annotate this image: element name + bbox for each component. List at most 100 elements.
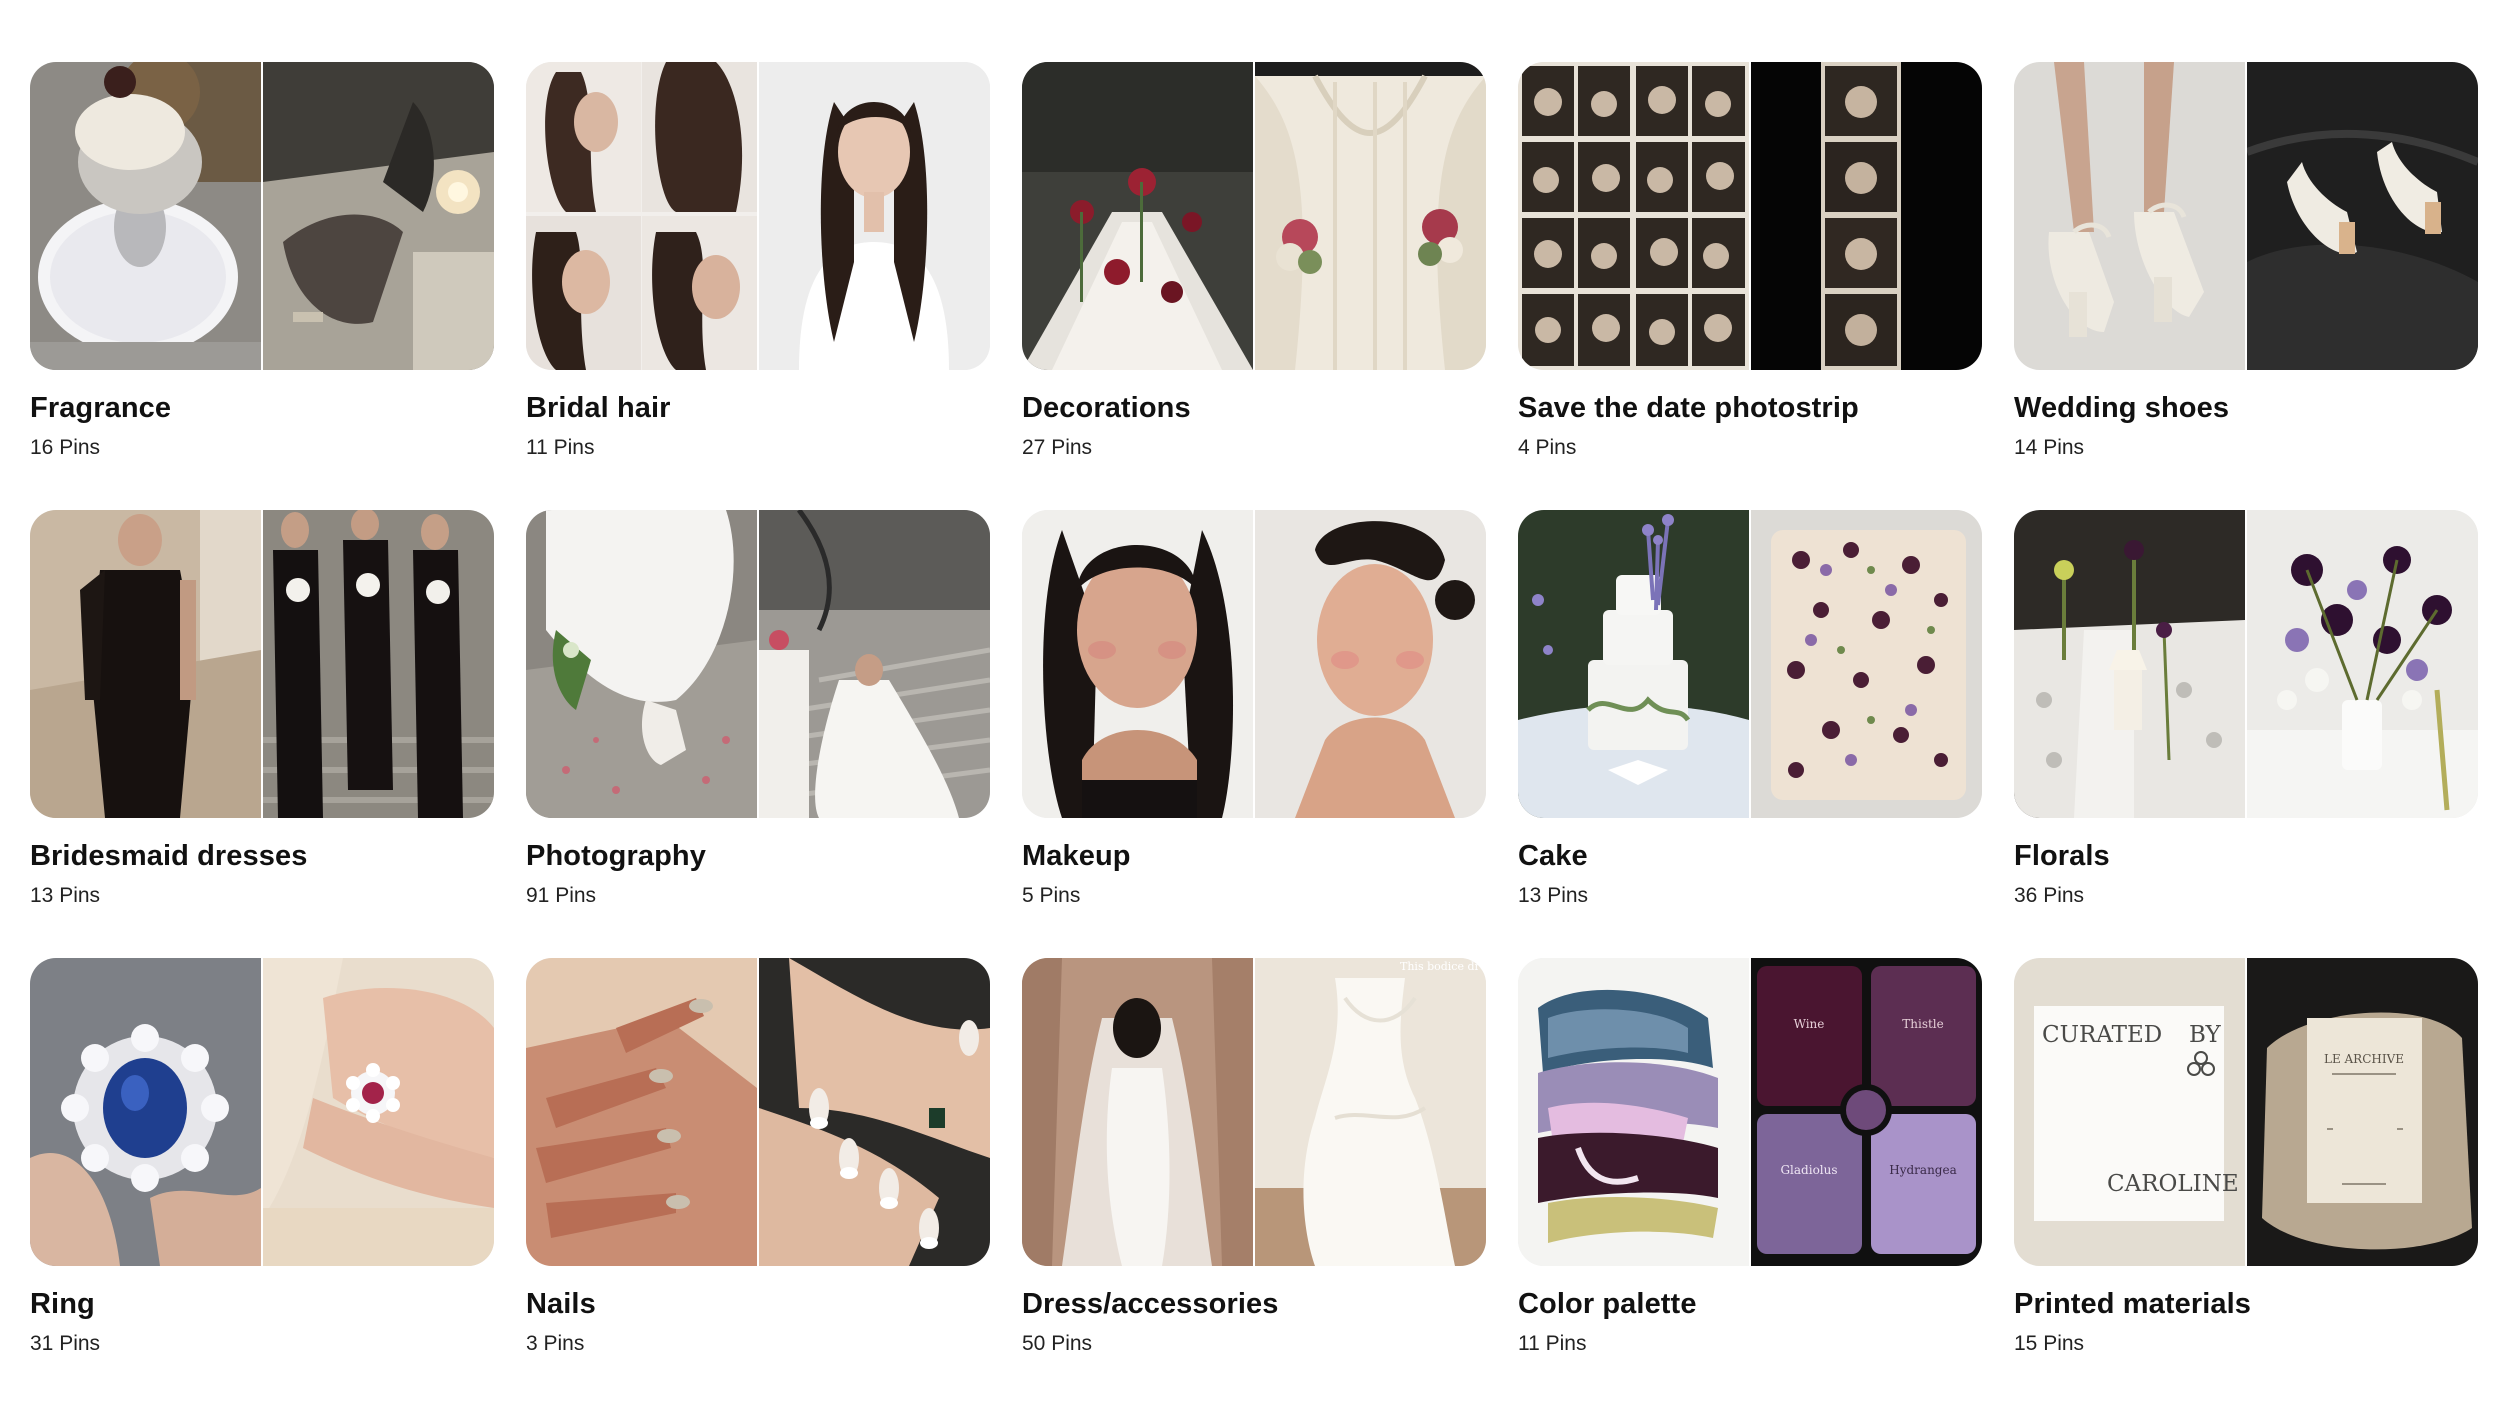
board-title[interactable]: Color palette [1518, 1286, 1982, 1322]
cover-image-left [1022, 62, 1253, 370]
board-card-nails[interactable]: Nails 3 Pins [526, 958, 990, 1406]
cover-image-left [526, 62, 757, 370]
cover-image-left [1518, 958, 1749, 1266]
cover-image-right [757, 510, 990, 818]
board-card-dress-accessories[interactable]: This bodice dre Dress/accessories 50 Pin… [1022, 958, 1486, 1406]
board-card-wedding-shoes[interactable]: Wedding shoes 14 Pins [2014, 62, 2478, 510]
board-pin-count: 14 Pins [2014, 436, 2085, 459]
board-card-bridesmaid-dresses[interactable]: Bridesmaid dresses 13 Pins [30, 510, 494, 958]
board-pin-count: 13 Pins [30, 884, 101, 907]
cover-image-left [2014, 510, 2245, 818]
board-title[interactable]: Bridesmaid dresses [30, 838, 494, 874]
cover-image-right [261, 510, 494, 818]
booklet-title: LE ARCHIVE [2324, 1052, 2404, 1066]
board-pin-count: 27 Pins [1022, 436, 1093, 459]
board-title[interactable]: Makeup [1022, 838, 1486, 874]
cover-image-right [1253, 510, 1486, 818]
cover-image-right [2245, 62, 2478, 370]
boards-grid: Fragrance 16 Pins Bridal hair 11 Pins De… [30, 62, 2478, 1406]
board-card-fragrance[interactable]: Fragrance 16 Pins [30, 62, 494, 510]
board-pin-count: 15 Pins [2014, 1332, 2085, 1355]
board-title[interactable]: Photography [526, 838, 990, 874]
board-card-florals[interactable]: Florals 36 Pins [2014, 510, 2478, 958]
board-title[interactable]: Dress/accessories [1022, 1286, 1486, 1322]
palette-swatch-1-label: Wine [1794, 1017, 1825, 1031]
board-pin-count: 4 Pins [1518, 436, 1577, 459]
board-cover[interactable] [2014, 62, 2478, 370]
board-cover[interactable]: Wine Thistle Gladiolus Hydrangea [1518, 958, 1982, 1266]
board-cover[interactable] [30, 62, 494, 370]
board-card-color-palette[interactable]: Wine Thistle Gladiolus Hydrangea Color p… [1518, 958, 1982, 1406]
cover-image-left [30, 62, 261, 370]
cover-image-left [2014, 62, 2245, 370]
board-pin-count: 13 Pins [1518, 884, 1589, 907]
cover-image-right [1749, 62, 1982, 370]
card-text-curated: CURATED [2042, 1022, 2162, 1048]
board-card-cake[interactable]: Cake 13 Pins [1518, 510, 1982, 958]
board-pin-count: 36 Pins [2014, 884, 2085, 907]
board-cover[interactable] [1518, 510, 1982, 818]
board-title[interactable]: Save the date photostrip [1518, 390, 1982, 426]
board-card-printed-materials[interactable]: CURATED BY CAROLINE LE ARCHIVE Printed m… [2014, 958, 2478, 1406]
board-cover[interactable] [30, 958, 494, 1266]
cover-image-left [1022, 958, 1253, 1266]
palette-swatch-2-label: Thistle [1902, 1017, 1944, 1031]
cover-image-right [261, 958, 494, 1266]
cover-image-right: Wine Thistle Gladiolus Hydrangea [1749, 958, 1982, 1266]
cover-image-right: This bodice dre [1253, 958, 1486, 1266]
palette-swatch-3-label: Gladiolus [1780, 1163, 1837, 1177]
board-card-photography[interactable]: Photography 91 Pins [526, 510, 990, 958]
cover-image-left [30, 958, 261, 1266]
board-pin-count: 3 Pins [526, 1332, 585, 1355]
board-title[interactable]: Fragrance [30, 390, 494, 426]
board-pin-count: 11 Pins [1518, 1332, 1587, 1355]
cover-image-right: LE ARCHIVE [2245, 958, 2478, 1266]
cover-image-left [526, 958, 757, 1266]
board-cover[interactable] [2014, 510, 2478, 818]
board-pin-count: 16 Pins [30, 436, 101, 459]
board-title[interactable]: Decorations [1022, 390, 1486, 426]
board-cover[interactable] [526, 510, 990, 818]
board-card-save-the-date-photostrip[interactable]: Save the date photostrip 4 Pins [1518, 62, 1982, 510]
board-title[interactable]: Printed materials [2014, 1286, 2478, 1322]
board-card-ring[interactable]: Ring 31 Pins [30, 958, 494, 1406]
board-pin-count: 50 Pins [1022, 1332, 1093, 1355]
cover-image-right [1749, 510, 1982, 818]
cover-image-left [1518, 510, 1749, 818]
board-cover[interactable]: This bodice dre [1022, 958, 1486, 1266]
cover-image-left: CURATED BY CAROLINE [2014, 958, 2245, 1266]
board-title[interactable]: Cake [1518, 838, 1982, 874]
board-card-bridal-hair[interactable]: Bridal hair 11 Pins [526, 62, 990, 510]
cover-image-left [1022, 510, 1253, 818]
card-text-by: BY [2189, 1022, 2221, 1048]
palette-swatch-4-label: Hydrangea [1889, 1163, 1956, 1177]
board-cover[interactable] [1518, 62, 1982, 370]
board-pin-count: 5 Pins [1022, 884, 1081, 907]
board-cover[interactable] [30, 510, 494, 818]
board-pin-count: 91 Pins [526, 884, 597, 907]
board-pin-count: 31 Pins [30, 1332, 101, 1355]
board-cover[interactable]: CURATED BY CAROLINE LE ARCHIVE [2014, 958, 2478, 1266]
cover-image-right [2245, 510, 2478, 818]
cover-image-right [1253, 62, 1486, 370]
board-cover[interactable] [1022, 510, 1486, 818]
card-text-caroline: CAROLINE [2107, 1171, 2239, 1197]
board-card-makeup[interactable]: Makeup 5 Pins [1022, 510, 1486, 958]
cover-image-right [261, 62, 494, 370]
board-title[interactable]: Florals [2014, 838, 2478, 874]
board-cover[interactable] [1022, 62, 1486, 370]
board-cover[interactable] [526, 958, 990, 1266]
board-title[interactable]: Ring [30, 1286, 494, 1322]
cover-image-left [30, 510, 261, 818]
board-pin-count: 11 Pins [526, 436, 595, 459]
board-card-decorations[interactable]: Decorations 27 Pins [1022, 62, 1486, 510]
board-title[interactable]: Wedding shoes [2014, 390, 2478, 426]
cover-image-right [757, 958, 990, 1266]
gown-caption: This bodice dre [1400, 960, 1486, 973]
board-cover[interactable] [526, 62, 990, 370]
board-title[interactable]: Nails [526, 1286, 990, 1322]
board-title[interactable]: Bridal hair [526, 390, 990, 426]
cover-image-left [1518, 62, 1749, 370]
cover-image-left [526, 510, 757, 818]
cover-image-right [757, 62, 990, 370]
